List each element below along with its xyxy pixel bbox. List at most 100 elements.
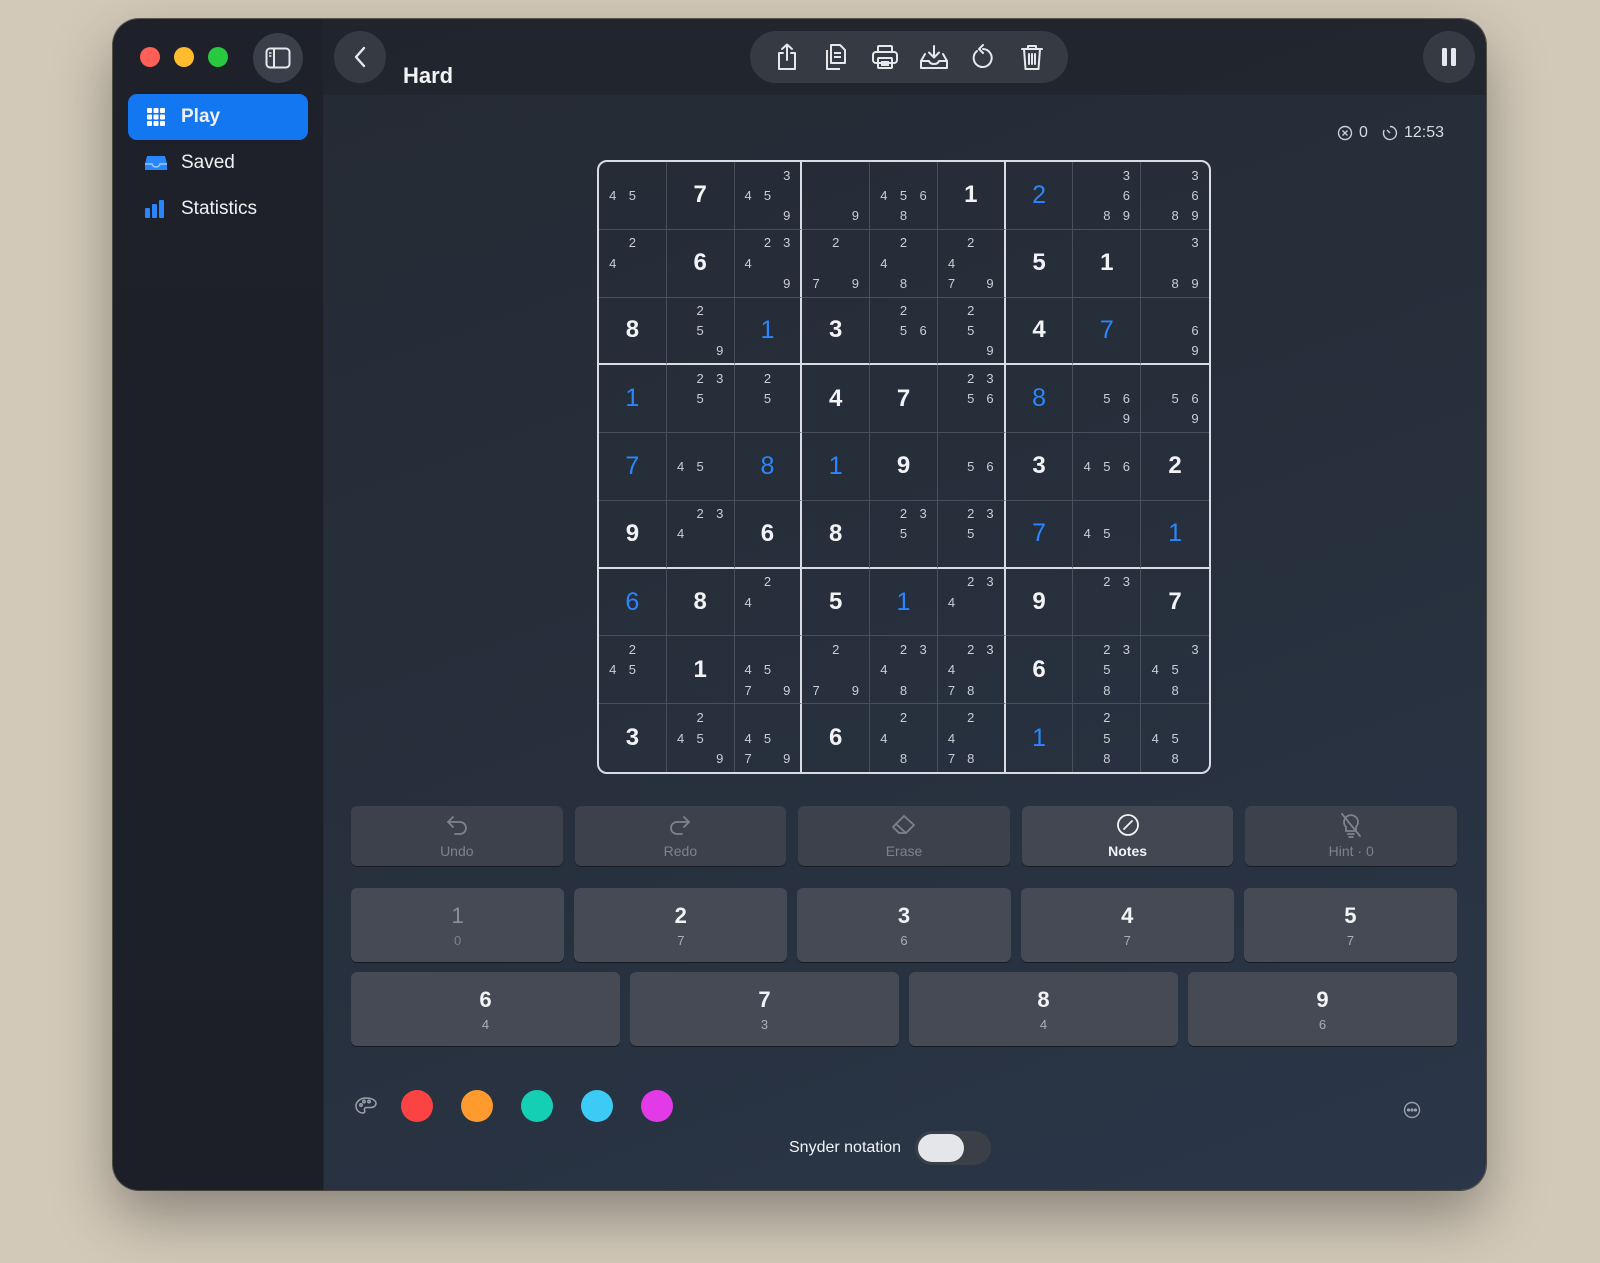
sudoku-cell[interactable]: 9	[870, 433, 938, 501]
sudoku-cell[interactable]: 69	[1141, 298, 1209, 366]
sudoku-cell[interactable]: 8	[734, 433, 803, 501]
sudoku-cell[interactable]: 2 56	[870, 297, 938, 366]
sudoku-cell[interactable]: 7	[666, 162, 735, 230]
sudoku-cell[interactable]: 235	[666, 365, 735, 434]
number-button-4[interactable]: 47	[1020, 888, 1234, 962]
sudoku-cell[interactable]: 9	[599, 500, 667, 569]
color-swatch-2[interactable]	[461, 1090, 493, 1122]
sudoku-cell[interactable]: 9	[802, 162, 871, 230]
sudoku-cell[interactable]: 3 689	[1141, 162, 1209, 230]
more-options-icon[interactable]	[1403, 1101, 1421, 1119]
sudoku-cell[interactable]: 23 4 9	[734, 229, 803, 298]
sudoku-cell[interactable]: 56 9	[1141, 365, 1209, 434]
sudoku-cell[interactable]: 23 4	[937, 568, 1006, 637]
sudoku-cell[interactable]: 1	[870, 568, 938, 637]
sudoku-cell[interactable]: 45	[666, 433, 735, 501]
sidebar-item-saved[interactable]: Saved	[128, 140, 308, 186]
sudoku-cell[interactable]: 3	[1005, 433, 1074, 501]
sudoku-cell[interactable]: 6	[1005, 636, 1074, 705]
sudoku-cell[interactable]: 245	[599, 636, 667, 705]
number-button-6[interactable]: 64	[351, 972, 620, 1046]
sudoku-cell[interactable]: 24 78	[938, 704, 1006, 772]
sudoku-cell[interactable]: 24 7 9	[937, 229, 1006, 298]
sudoku-cell[interactable]: 7	[1005, 500, 1074, 569]
sudoku-cell[interactable]: 4	[802, 365, 871, 434]
sudoku-cell[interactable]: 1	[1141, 501, 1209, 569]
sudoku-cell[interactable]: 6	[802, 704, 871, 772]
hint-button[interactable]: Hint · 0	[1245, 806, 1457, 866]
sudoku-cell[interactable]: 3	[599, 704, 667, 772]
restart-button[interactable]	[963, 37, 1003, 77]
pause-button[interactable]	[1423, 31, 1475, 83]
sudoku-cell[interactable]: 2 5 8	[1073, 704, 1142, 772]
number-button-9[interactable]: 96	[1188, 972, 1457, 1046]
sudoku-cell[interactable]: 6	[599, 568, 667, 637]
download-button[interactable]	[914, 37, 954, 77]
sudoku-cell[interactable]: 6	[666, 229, 735, 298]
sudoku-cell[interactable]: 457 9	[735, 704, 803, 772]
minimize-window-button[interactable]	[174, 47, 194, 67]
sudoku-cell[interactable]: 248	[870, 229, 938, 298]
sudoku-cell[interactable]: 45 8	[1141, 704, 1209, 772]
sudoku-cell[interactable]: 456	[1073, 433, 1142, 501]
number-button-3[interactable]: 36	[797, 888, 1011, 962]
sudoku-cell[interactable]: 2	[1005, 162, 1074, 230]
print-button[interactable]	[865, 37, 905, 77]
share-button[interactable]	[767, 37, 807, 77]
sudoku-cell[interactable]: 1	[666, 636, 735, 705]
close-window-button[interactable]	[140, 47, 160, 67]
sudoku-cell[interactable]: 457 9	[734, 636, 803, 705]
redo-button[interactable]: Redo	[574, 806, 787, 866]
undo-button[interactable]: Undo	[351, 806, 563, 866]
color-swatch-3[interactable]	[521, 1090, 553, 1122]
notes-button[interactable]: Notes	[1021, 806, 1234, 866]
snyder-notation-toggle[interactable]	[915, 1131, 992, 1165]
sidebar-item-play[interactable]: Play	[128, 94, 308, 140]
sudoku-cell[interactable]: 248	[870, 704, 938, 772]
sudoku-cell[interactable]: 8	[599, 297, 667, 366]
sudoku-cell[interactable]: 3 45 8	[1141, 636, 1209, 705]
sudoku-cell[interactable]: 1	[1073, 229, 1142, 298]
sudoku-cell[interactable]: 2459	[667, 704, 735, 772]
color-swatch-1[interactable]	[401, 1090, 433, 1122]
sudoku-cell[interactable]: 56	[937, 433, 1006, 501]
sidebar-item-statistics[interactable]: Statistics	[128, 186, 308, 232]
zoom-window-button[interactable]	[208, 47, 228, 67]
sudoku-cell[interactable]: 3 89	[1141, 230, 1209, 298]
sudoku-cell[interactable]: 8	[666, 568, 735, 637]
number-button-2[interactable]: 27	[574, 888, 788, 962]
sudoku-cell[interactable]: 235	[870, 500, 938, 569]
sudoku-cell[interactable]: 7	[1073, 297, 1142, 366]
number-button-8[interactable]: 84	[909, 972, 1178, 1046]
sudoku-cell[interactable]: 1	[734, 297, 803, 366]
sudoku-cell[interactable]: 2 7 9	[802, 229, 871, 298]
sudoku-cell[interactable]: 23 4	[666, 500, 735, 569]
copy-button[interactable]	[816, 37, 856, 77]
sudoku-cell[interactable]: 24	[599, 229, 667, 298]
sudoku-cell[interactable]: 9	[1005, 568, 1074, 637]
sudoku-cell[interactable]: 25	[734, 365, 803, 434]
sudoku-cell[interactable]: 24	[734, 568, 803, 637]
sudoku-cell[interactable]: 4568	[870, 162, 938, 230]
sudoku-cell[interactable]: 7	[599, 433, 667, 501]
sudoku-cell[interactable]: 8	[802, 500, 871, 569]
sudoku-cell[interactable]: 1	[599, 365, 667, 434]
sudoku-cell[interactable]: 5	[802, 568, 871, 637]
sudoku-cell[interactable]: 45	[599, 162, 667, 230]
color-swatch-5[interactable]	[641, 1090, 673, 1122]
number-button-7[interactable]: 73	[630, 972, 899, 1046]
sudoku-cell[interactable]: 3 459	[734, 162, 803, 230]
sudoku-cell[interactable]: 45	[1073, 500, 1142, 569]
sudoku-cell[interactable]: 56 9	[1073, 365, 1142, 434]
erase-button[interactable]: Erase	[798, 806, 1010, 866]
sudoku-cell[interactable]: 2 7 9	[802, 636, 871, 705]
number-button-5[interactable]: 57	[1243, 888, 1458, 962]
sudoku-cell[interactable]: 3	[802, 297, 871, 366]
sudoku-cell[interactable]: 3 689	[1073, 162, 1142, 230]
sudoku-cell[interactable]: 4	[1005, 297, 1074, 366]
sudoku-cell[interactable]: 23	[1073, 568, 1142, 637]
sudoku-cell[interactable]: 7	[870, 365, 938, 434]
sudoku-cell[interactable]: 23 4 78	[937, 636, 1006, 705]
sudoku-cell[interactable]: 1	[802, 433, 871, 501]
sudoku-cell[interactable]: 23 48	[870, 636, 938, 705]
